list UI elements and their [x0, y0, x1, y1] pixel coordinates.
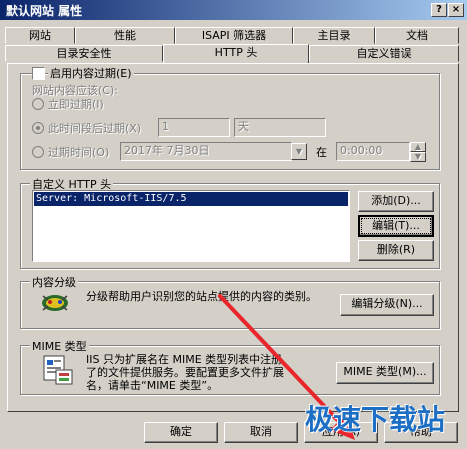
- red-arrow-annotation: [218, 294, 355, 440]
- watermark-text: 极速下载站: [304, 403, 445, 436]
